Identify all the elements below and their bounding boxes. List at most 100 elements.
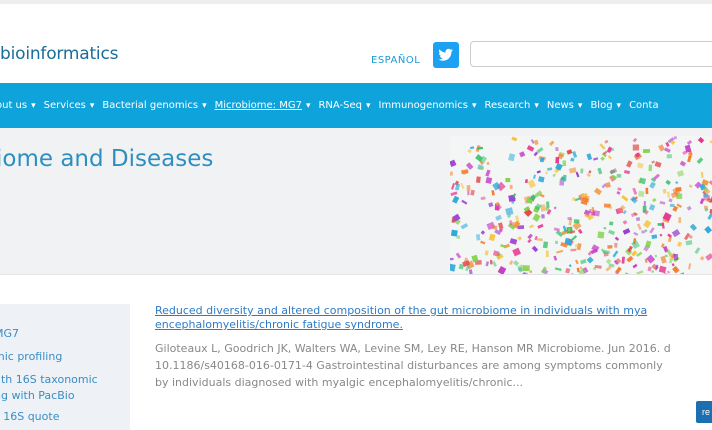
mosaic-fragment bbox=[675, 186, 682, 192]
chevron-down-icon: ▾ bbox=[202, 100, 207, 111]
chevron-down-icon: ▾ bbox=[365, 100, 371, 111]
nav-item-2[interactable]: Bacterial genomics ▾ bbox=[102, 100, 206, 111]
mosaic-fragment bbox=[664, 254, 668, 258]
mosaic-fragment bbox=[562, 160, 567, 167]
mosaic-fragment bbox=[542, 241, 549, 249]
mosaic-fragment bbox=[673, 254, 679, 261]
mosaic-fragment bbox=[518, 267, 523, 272]
mosaic-fragment bbox=[475, 234, 481, 241]
article-excerpt: Giloteaux L, Goodrich JK, Walters WA, Le… bbox=[155, 340, 712, 391]
nav-item-label: out us bbox=[0, 100, 28, 111]
chevron-down-icon: ▾ bbox=[89, 100, 95, 111]
mosaic-fragment bbox=[603, 227, 607, 230]
mosaic-fragment bbox=[580, 168, 584, 174]
mosaic-fragment bbox=[478, 167, 485, 170]
nav-item-label: Immunogenomics bbox=[378, 100, 468, 111]
mosaic-fragment bbox=[505, 177, 511, 183]
nav-item-1[interactable]: Services ▾ bbox=[44, 100, 95, 111]
nav-item-5[interactable]: Immunogenomics ▾ bbox=[379, 100, 477, 111]
mosaic-fragment bbox=[666, 154, 672, 159]
mosaic-fragment bbox=[456, 235, 461, 239]
mosaic-fragment bbox=[575, 244, 579, 248]
mosaic-fragment bbox=[669, 203, 675, 208]
nav-item-label: Research bbox=[484, 100, 531, 111]
nav-item-label: Microbiome: MG7 bbox=[214, 100, 302, 111]
mosaic-fragment bbox=[703, 205, 708, 210]
nav-item-label: Services bbox=[43, 100, 86, 111]
mosaic-fragment bbox=[555, 240, 558, 245]
main-nav: out us▾Services▾Bacterial genomics▾Micro… bbox=[0, 83, 712, 128]
nav-item-4[interactable]: RNA-Seq ▾ bbox=[318, 100, 370, 111]
mosaic-fragment bbox=[641, 230, 646, 234]
mosaic-fragment bbox=[645, 187, 649, 195]
mosaic-fragment bbox=[466, 185, 471, 192]
nav-item-label: Conta bbox=[629, 100, 659, 111]
site-logo[interactable]: bioinformatics bbox=[0, 44, 118, 64]
mosaic-fragment bbox=[570, 248, 577, 252]
mosaic-fragment bbox=[545, 171, 548, 175]
mosaic-fragment bbox=[654, 254, 658, 258]
sidebar-link-mg7[interactable]: MG7 bbox=[0, 326, 19, 342]
mosaic-fragment bbox=[614, 242, 618, 248]
article-title-line-1: Reduced diversity and altered compositio… bbox=[155, 304, 648, 317]
nav-item-9[interactable]: Conta bbox=[629, 100, 659, 111]
mosaic-fragment bbox=[609, 221, 614, 226]
page-banner: iome and Diseases bbox=[0, 128, 712, 275]
sidebar-link-pacbio[interactable]: ng with PacBio bbox=[0, 388, 75, 404]
microbiome-mosaic-image bbox=[450, 136, 712, 274]
sidebar-link-profiling[interactable]: mic profiling bbox=[0, 349, 62, 365]
mosaic-fragment bbox=[540, 204, 546, 212]
mosaic-fragment bbox=[529, 270, 533, 273]
read-more-button[interactable]: re bbox=[696, 401, 712, 423]
mosaic-fragment bbox=[597, 231, 605, 239]
mosaic-fragment bbox=[467, 190, 470, 196]
nav-item-label: Bacterial genomics bbox=[102, 100, 199, 111]
nav-item-label: Blog bbox=[590, 100, 613, 111]
mosaic-fragment bbox=[573, 219, 580, 224]
mosaic-fragment bbox=[545, 250, 549, 258]
chevron-down-icon: ▾ bbox=[577, 100, 583, 111]
mosaic-fragment bbox=[541, 214, 545, 219]
sidebar-link-16s-quote[interactable]: s 16S quote bbox=[0, 409, 59, 425]
nav-item-0[interactable]: out us▾ bbox=[0, 100, 36, 111]
mosaic-fragment bbox=[555, 147, 559, 152]
search-input[interactable] bbox=[470, 41, 712, 67]
mosaic-fragment bbox=[673, 136, 677, 140]
twitter-icon[interactable] bbox=[433, 42, 459, 68]
article-excerpt-line-1: Giloteaux L, Goodrich JK, Walters WA, Le… bbox=[155, 342, 671, 355]
mosaic-fragment bbox=[607, 245, 613, 249]
article-title-line-2: encephalomyelitis/chronic fatigue syndro… bbox=[155, 318, 403, 331]
nav-item-6[interactable]: Research ▾ bbox=[484, 100, 538, 111]
mosaic-fragment bbox=[512, 221, 520, 228]
mosaic-fragment bbox=[584, 195, 590, 203]
mosaic-fragment bbox=[450, 257, 454, 261]
mosaic-fragment bbox=[546, 201, 550, 208]
mosaic-fragment bbox=[638, 190, 645, 197]
chevron-down-icon: ▾ bbox=[305, 100, 311, 111]
language-link-espanol[interactable]: ESPAÑOL bbox=[371, 55, 420, 66]
article-title-link[interactable]: Reduced diversity and altered compositio… bbox=[155, 304, 712, 332]
chevron-down-icon: ▾ bbox=[534, 100, 539, 111]
mosaic-fragment bbox=[648, 164, 653, 172]
top-border bbox=[0, 0, 712, 4]
mosaic-fragment bbox=[522, 265, 530, 272]
mosaic-fragment bbox=[489, 260, 493, 265]
nav-item-label: News bbox=[546, 100, 574, 111]
mosaic-fragment bbox=[509, 184, 513, 189]
mosaic-fragment bbox=[567, 216, 572, 221]
article-excerpt-line-2: 10.1186/s40168-016-0171-4 Gastrointestin… bbox=[155, 359, 663, 372]
mosaic-fragment bbox=[632, 144, 640, 151]
nav-item-8[interactable]: Blog ▾ bbox=[590, 100, 621, 111]
mosaic-fragment bbox=[603, 203, 611, 208]
nav-item-label: RNA-Seq bbox=[318, 100, 362, 111]
mosaic-fragment bbox=[678, 217, 682, 224]
article-excerpt-line-3: by individuals diagnosed with myalgic en… bbox=[155, 376, 524, 389]
chevron-down-icon: ▾ bbox=[471, 100, 477, 111]
sidebar-link-16s-taxonomic[interactable]: gth 16S taxonomic bbox=[0, 372, 98, 388]
news-article: Reduced diversity and altered compositio… bbox=[155, 304, 712, 391]
mosaic-fragment bbox=[451, 218, 455, 223]
mosaic-fragment bbox=[475, 176, 481, 183]
chevron-down-icon: ▾ bbox=[616, 100, 622, 111]
nav-item-7[interactable]: News ▾ bbox=[547, 100, 583, 111]
nav-item-3[interactable]: Microbiome: MG7 ▾ bbox=[215, 100, 311, 111]
